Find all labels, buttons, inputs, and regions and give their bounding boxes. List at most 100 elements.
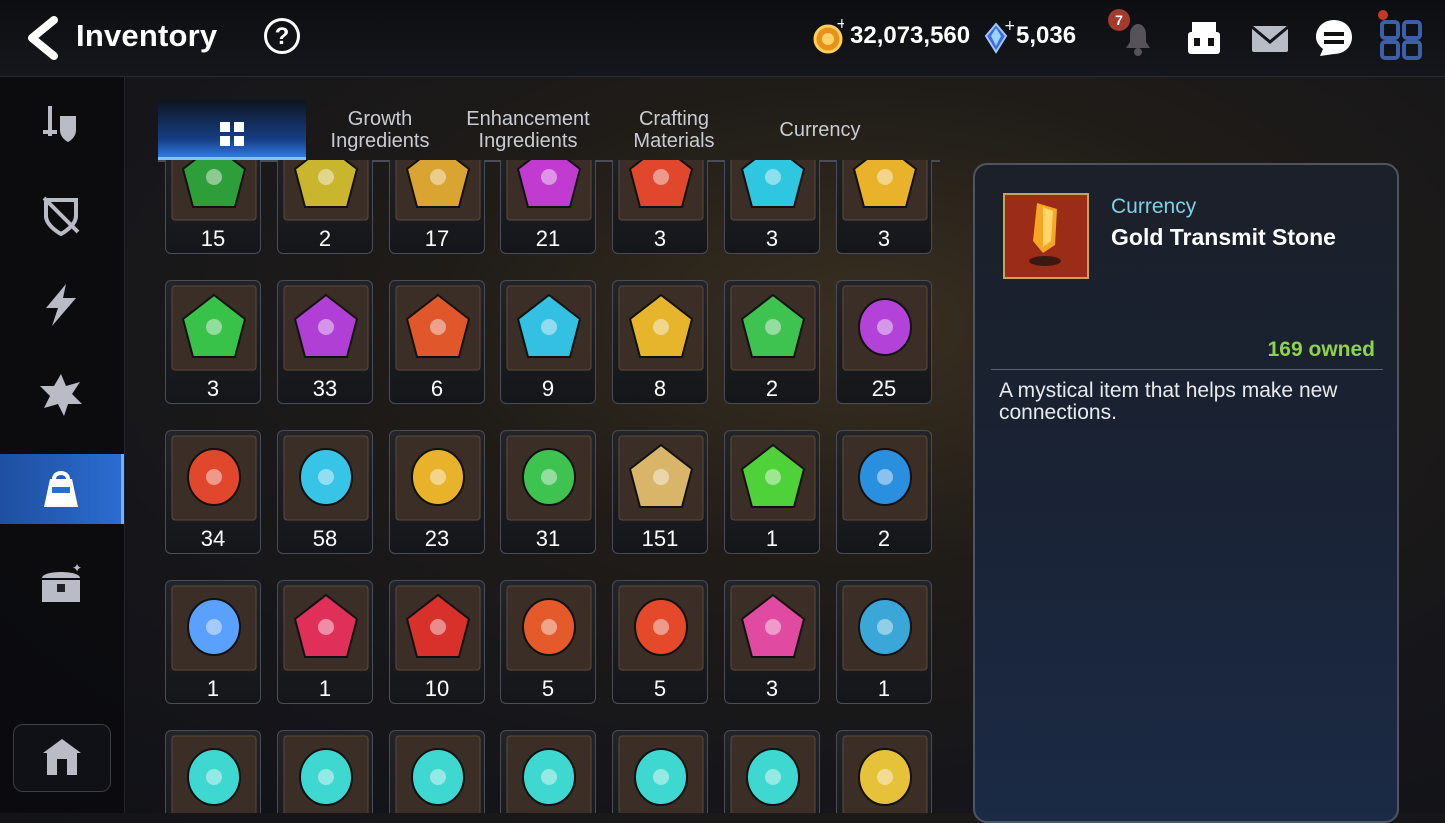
item-slot[interactable] bbox=[165, 730, 261, 813]
sidebar-item-equipment[interactable] bbox=[0, 89, 124, 159]
item-slot[interactable]: 3 bbox=[724, 580, 820, 704]
item-slot[interactable]: 6 bbox=[389, 280, 485, 404]
blue-sigil-orb-icon bbox=[842, 435, 928, 521]
item-slot[interactable]: 3 bbox=[165, 280, 261, 404]
item-quantity: 33 bbox=[312, 376, 338, 401]
sword-shield-icon bbox=[43, 106, 76, 142]
tab-label: Ingredients bbox=[478, 130, 578, 152]
item-slot[interactable]: 1 bbox=[165, 580, 261, 704]
item-slot[interactable] bbox=[277, 730, 373, 813]
sidebar-item-special[interactable] bbox=[0, 359, 124, 429]
item-slot[interactable] bbox=[724, 730, 820, 813]
clover-icon bbox=[171, 160, 257, 221]
item-slot[interactable]: 3 bbox=[836, 160, 932, 254]
item-slot[interactable]: 17 bbox=[389, 160, 485, 254]
item-slot[interactable]: 1 bbox=[277, 580, 373, 704]
item-slot[interactable]: 33 bbox=[277, 280, 373, 404]
item-slot[interactable]: 1 bbox=[836, 580, 932, 704]
tab-label: Enhancement bbox=[466, 108, 590, 130]
item-quantity: 3 bbox=[206, 376, 220, 401]
item-slot[interactable]: 9 bbox=[500, 280, 596, 404]
item-slot[interactable]: 25 bbox=[836, 280, 932, 404]
item-slot[interactable]: 58 bbox=[277, 430, 373, 554]
item-slot[interactable] bbox=[836, 730, 932, 813]
item-slot[interactable]: 23 bbox=[389, 430, 485, 554]
item-slot[interactable]: 21 bbox=[500, 160, 596, 254]
blue-rune-shard-icon bbox=[506, 285, 592, 371]
item-quantity: 3 bbox=[877, 226, 891, 251]
item-slot[interactable]: 2 bbox=[724, 280, 820, 404]
category-sidebar: ✦ bbox=[0, 77, 125, 813]
tab-crafting-materials[interactable]: Crafting Materials bbox=[602, 100, 746, 160]
item-slot[interactable]: 3 bbox=[612, 160, 708, 254]
yellow-rune-shard-icon bbox=[618, 285, 704, 371]
item-slot[interactable]: 151 bbox=[612, 430, 708, 554]
tab-all[interactable] bbox=[158, 100, 306, 160]
item-quantity: 15 bbox=[200, 226, 226, 251]
sidebar-item-artifacts[interactable] bbox=[0, 179, 124, 249]
gold-transmit-stone-icon bbox=[1003, 193, 1089, 279]
item-slot[interactable]: 15 bbox=[165, 160, 261, 254]
top-bar: Inventory ? + 32,073,560 + 5,036 7 bbox=[0, 0, 1445, 77]
item-quantity: 5 bbox=[653, 676, 667, 701]
gold-flower-icon bbox=[395, 160, 481, 221]
item-quantity: 1 bbox=[206, 676, 220, 701]
item-quantity: 34 bbox=[200, 526, 226, 551]
item-slot[interactable]: 10 bbox=[389, 580, 485, 704]
page-title: Inventory bbox=[76, 18, 218, 53]
red-hammer-stone-icon bbox=[506, 585, 592, 671]
menu-notification-dot bbox=[1378, 10, 1388, 20]
item-name: Gold Transmit Stone bbox=[1111, 224, 1336, 250]
item-slot[interactable] bbox=[389, 730, 485, 813]
sidebar-item-chests[interactable]: ✦ bbox=[0, 549, 124, 619]
item-slot[interactable]: 34 bbox=[165, 430, 261, 554]
chat-icon[interactable] bbox=[1312, 16, 1356, 60]
item-slot[interactable] bbox=[500, 730, 596, 813]
red-sword-stone-icon bbox=[618, 585, 704, 671]
sidebar-item-skills[interactable] bbox=[0, 269, 124, 339]
item-quantity: 2 bbox=[877, 526, 891, 551]
help-button[interactable]: ? bbox=[264, 18, 300, 54]
mail-icon[interactable] bbox=[1248, 16, 1292, 60]
item-slot[interactable]: 5 bbox=[500, 580, 596, 704]
shop-icon[interactable] bbox=[1182, 16, 1226, 60]
svg-text:+: + bbox=[1004, 18, 1014, 34]
teal-sword-stone-icon bbox=[171, 735, 257, 813]
item-slot[interactable] bbox=[612, 730, 708, 813]
tab-label: Growth bbox=[347, 108, 413, 130]
item-slot[interactable]: 1 bbox=[724, 430, 820, 554]
item-slot[interactable]: 2 bbox=[277, 160, 373, 254]
crystal-icon[interactable]: + bbox=[982, 18, 1014, 54]
item-quantity: 21 bbox=[535, 226, 561, 251]
bird-portrait-icon bbox=[283, 160, 369, 221]
teal-staff-stone-icon bbox=[618, 735, 704, 813]
item-slot[interactable]: 3 bbox=[724, 160, 820, 254]
sidebar-item-materials[interactable] bbox=[0, 454, 124, 524]
item-slot[interactable]: 8 bbox=[612, 280, 708, 404]
item-quantity: 5 bbox=[541, 676, 555, 701]
red-rune-shard-icon bbox=[395, 285, 481, 371]
gold-coin-icon[interactable]: + bbox=[812, 18, 844, 54]
lightning-icon bbox=[46, 284, 76, 326]
green-rune-shard-icon bbox=[730, 285, 816, 371]
grid-icon bbox=[220, 122, 244, 146]
item-slot[interactable]: 2 bbox=[836, 430, 932, 554]
menu-grid-icon[interactable] bbox=[1380, 16, 1424, 60]
svg-text:✦: ✦ bbox=[72, 562, 82, 575]
back-arrow-icon[interactable] bbox=[22, 16, 62, 60]
svg-text:+: + bbox=[836, 18, 844, 32]
guild-storage-button[interactable] bbox=[13, 724, 111, 792]
pink-potion-icon bbox=[730, 585, 816, 671]
notification-badge: 7 bbox=[1108, 9, 1130, 31]
tab-currency[interactable]: Currency bbox=[746, 100, 894, 160]
item-slot[interactable]: 31 bbox=[500, 430, 596, 554]
item-grid[interactable]: 15 2 17 21 3 3 3 3 33 6 9 8 2 25 34 58 23 31 151 1 2 1 1 10 5 5 3 1 bbox=[158, 160, 940, 813]
tab-label: Materials bbox=[633, 130, 715, 152]
item-quantity: 6 bbox=[430, 376, 444, 401]
item-quantity: 3 bbox=[653, 226, 667, 251]
item-slot[interactable]: 5 bbox=[612, 580, 708, 704]
ginseng-root-icon bbox=[618, 435, 704, 521]
tab-label: Crafting bbox=[638, 108, 710, 130]
tab-enhancement-ingredients[interactable]: Enhancement Ingredients bbox=[454, 100, 602, 160]
tab-growth-ingredients[interactable]: Growth Ingredients bbox=[306, 100, 454, 160]
